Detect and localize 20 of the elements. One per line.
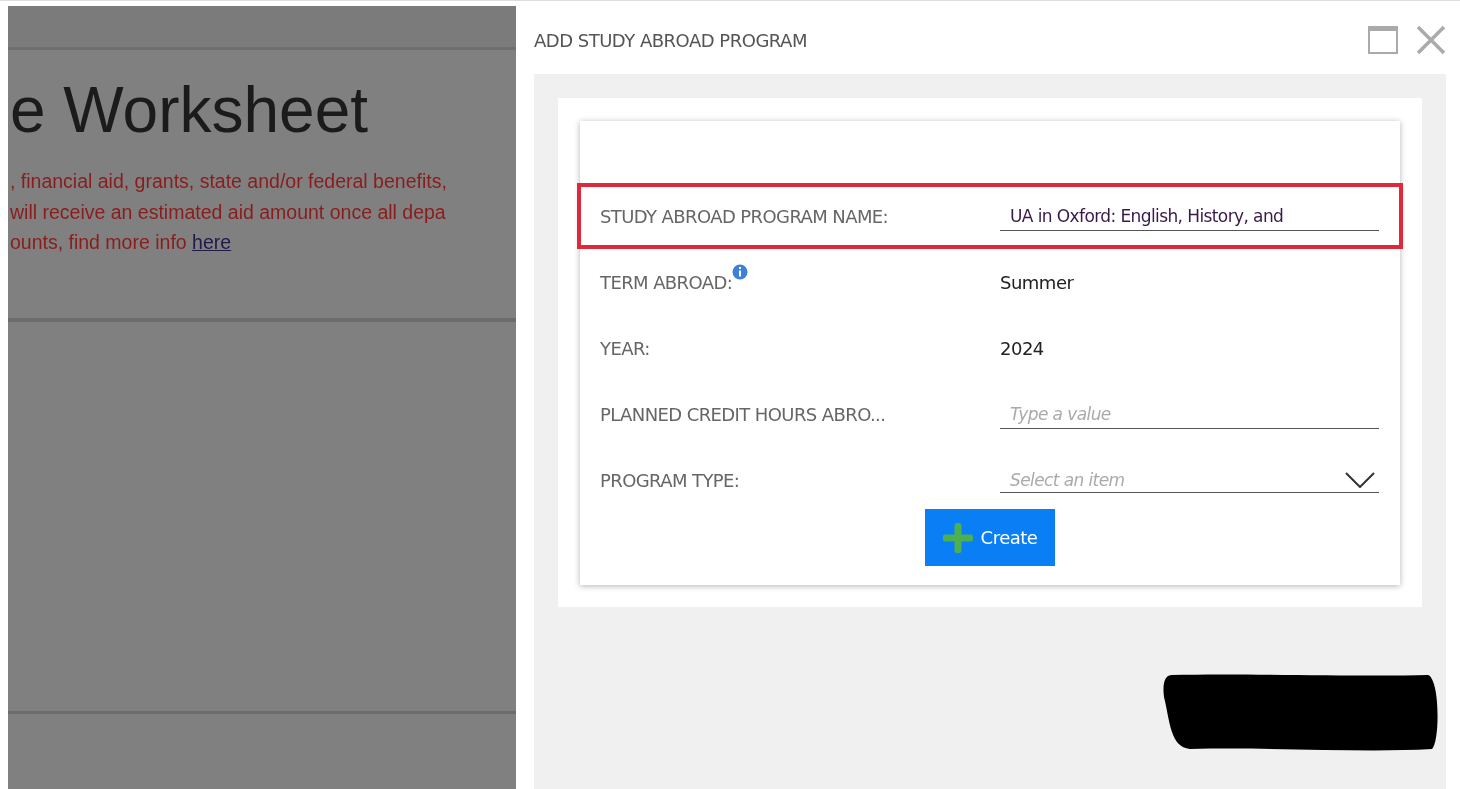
notice-text: ounts, find more info here <box>9 230 233 255</box>
field-label: YEAR: <box>600 337 650 359</box>
field-label: STUDY ABROAD PROGRAM NAME: <box>600 205 889 227</box>
close-icon[interactable] <box>1416 25 1446 55</box>
create-button[interactable]: Create <box>924 509 1056 566</box>
maximize-icon[interactable] <box>1368 26 1398 54</box>
field-label: TERM ABROAD: <box>600 271 733 293</box>
field-label: PLANNED CREDIT HOURS ABRO... <box>600 403 886 425</box>
select-field[interactable]: Select an item <box>1000 467 1379 493</box>
field-value: Summer <box>1000 271 1074 293</box>
info-icon[interactable] <box>732 263 749 280</box>
field-value: 2024 <box>1000 337 1044 359</box>
plus-icon <box>942 522 973 553</box>
chevron-icon <box>1345 471 1375 488</box>
notice-text: , financial aid, grants, state and/or federal benefits, <box>9 169 448 194</box>
field-label: PROGRAM TYPE: <box>600 469 740 491</box>
dialog-title: ADD STUDY ABROAD PROGRAM <box>534 29 807 51</box>
page-title: e Worksheet <box>9 78 370 142</box>
notice-text: will receive an estimated aid amount once all depa <box>9 199 447 225</box>
here-link[interactable]: here <box>192 231 232 253</box>
